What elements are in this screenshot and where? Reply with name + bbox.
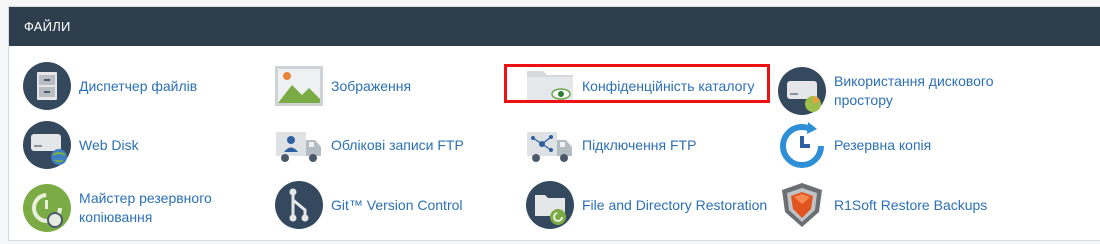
section-title: ФАЙЛИ <box>24 19 71 34</box>
file-cabinet-icon <box>22 61 72 111</box>
item-label: Майстер резервного копіювання <box>79 190 212 225</box>
item-web-disk[interactable]: Web Disk <box>22 120 262 170</box>
item-backup-wizard[interactable]: Майстер резервного копіювання <box>22 183 262 233</box>
item-label: Web Disk <box>79 136 139 153</box>
disk-usage-icon <box>777 66 827 116</box>
item-label: Підключення FTP <box>582 136 697 153</box>
web-disk-icon <box>22 120 72 170</box>
item-r1soft-restore-backups[interactable]: R1Soft Restore Backups <box>777 180 997 230</box>
item-label: Резервна копія <box>834 136 932 153</box>
r1soft-shield-icon <box>777 180 827 230</box>
item-label: R1Soft Restore Backups <box>834 196 988 213</box>
item-file-directory-restoration[interactable]: File and Directory Restoration <box>525 180 775 230</box>
item-disk-usage[interactable]: Використання дискового простору <box>777 66 1027 116</box>
item-label: File and Directory Restoration <box>582 196 768 213</box>
backup-wizard-icon <box>22 183 72 233</box>
item-file-manager[interactable]: Диспетчер файлів <box>22 61 262 111</box>
panel-header: ФАЙЛИ <box>9 7 1100 46</box>
item-label: Облікові записи FTP <box>331 136 464 153</box>
item-git-version-control[interactable]: Git™ Version Control <box>274 180 494 230</box>
item-ftp-accounts[interactable]: Облікові записи FTP <box>274 120 494 170</box>
item-backup[interactable]: Резервна копія <box>777 120 997 170</box>
ftp-connections-icon <box>525 120 575 170</box>
item-label: Використання дискового простору <box>834 73 994 108</box>
item-ftp-connections[interactable]: Підключення FTP <box>525 120 745 170</box>
highlight-box <box>504 64 770 103</box>
item-label: Диспетчер файлів <box>79 77 198 94</box>
backup-icon <box>777 120 827 170</box>
item-label: Зображення <box>331 77 412 94</box>
image-icon <box>274 61 324 111</box>
item-images[interactable]: Зображення <box>274 61 474 111</box>
git-icon <box>274 180 324 230</box>
folder-restore-icon <box>525 180 575 230</box>
item-label: Git™ Version Control <box>331 196 463 213</box>
ftp-accounts-icon <box>274 120 324 170</box>
